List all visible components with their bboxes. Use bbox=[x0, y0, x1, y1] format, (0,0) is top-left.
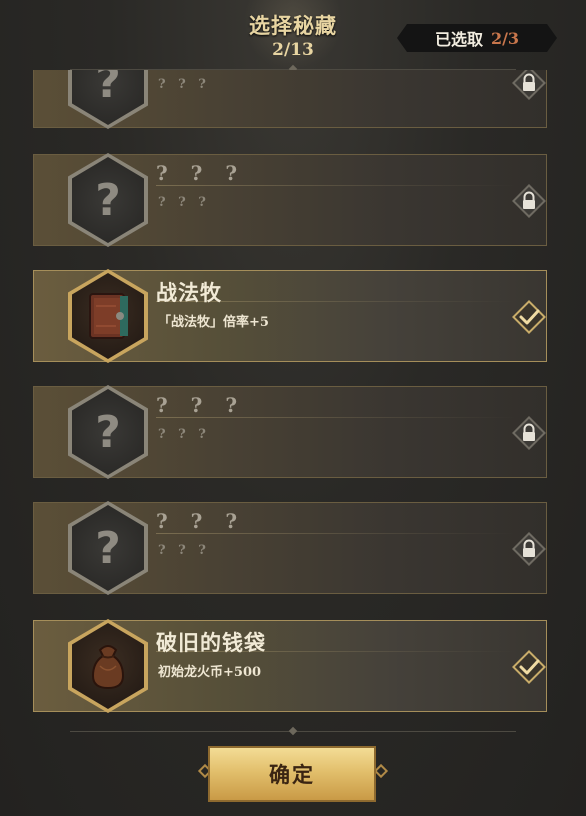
selected-counter-badge: 已选取 2/3 bbox=[397, 24, 557, 52]
relic-desc: ? ? ? bbox=[158, 543, 210, 558]
relic-card[interactable]: ? ? ? ? ? ? ? bbox=[33, 153, 547, 247]
question-icon: ? bbox=[95, 406, 121, 458]
relic-card[interactable]: ? ? ? ? ? ? ? bbox=[33, 501, 547, 595]
coin-pouch-icon bbox=[91, 645, 125, 690]
relic-name: 战法牧 bbox=[156, 280, 222, 305]
locked-status bbox=[512, 416, 546, 450]
card-rule bbox=[156, 185, 516, 186]
relic-card-selected[interactable]: 战法牧 「战法牧」倍率+5 bbox=[33, 269, 547, 363]
relic-card-selected[interactable]: 破旧的钱袋 初始龙火币+500 bbox=[33, 619, 547, 713]
question-icon: ? bbox=[95, 70, 121, 108]
relic-desc: ? ? ? bbox=[158, 77, 210, 92]
locked-status bbox=[512, 184, 546, 218]
locked-status bbox=[512, 532, 546, 566]
relic-list[interactable]: ? ? ? ? ? ? ? ? ? ? ? 战法牧 「战法牧」倍率+5 ? ? … bbox=[0, 70, 586, 720]
relic-card[interactable]: ? ? ? ? bbox=[33, 70, 547, 129]
relic-name: ? ? ? bbox=[156, 161, 246, 185]
relic-desc: 「战法牧」倍率+5 bbox=[158, 315, 269, 330]
relic-frame bbox=[68, 269, 148, 363]
question-icon: ? bbox=[95, 522, 121, 574]
tome-icon bbox=[89, 293, 128, 339]
relic-frame: ? bbox=[68, 385, 148, 479]
relic-frame: ? bbox=[68, 153, 148, 247]
selected-counter-label: 已选取 bbox=[434, 30, 483, 49]
lock-icon bbox=[523, 423, 535, 441]
lock-icon bbox=[523, 539, 535, 557]
relic-frame bbox=[68, 619, 148, 713]
selected-status bbox=[512, 650, 546, 684]
locked-status bbox=[512, 70, 546, 100]
confirm-button[interactable]: 确定 bbox=[208, 746, 376, 802]
question-icon: ? bbox=[95, 174, 121, 226]
card-rule bbox=[156, 417, 516, 418]
bottom-divider-ornament bbox=[288, 726, 298, 736]
selected-counter-value: 2/3 bbox=[490, 28, 520, 48]
check-icon bbox=[519, 659, 540, 675]
relic-desc: 初始龙火币+500 bbox=[158, 665, 262, 680]
relic-desc: ? ? ? bbox=[158, 427, 210, 442]
card-rule bbox=[156, 533, 516, 534]
lock-icon bbox=[523, 73, 535, 91]
lock-icon bbox=[523, 191, 535, 209]
relic-name: ? ? ? bbox=[156, 509, 246, 533]
relic-name: 破旧的钱袋 bbox=[156, 630, 266, 655]
relic-card[interactable]: ? ? ? ? ? ? ? bbox=[33, 385, 547, 479]
relic-frame: ? bbox=[68, 70, 148, 129]
selected-status bbox=[512, 300, 546, 334]
button-ornament-right bbox=[373, 763, 389, 779]
check-icon bbox=[519, 309, 540, 325]
relic-name: ? ? ? bbox=[156, 393, 246, 417]
relic-frame: ? bbox=[68, 501, 148, 595]
relic-desc: ? ? ? bbox=[158, 195, 210, 210]
